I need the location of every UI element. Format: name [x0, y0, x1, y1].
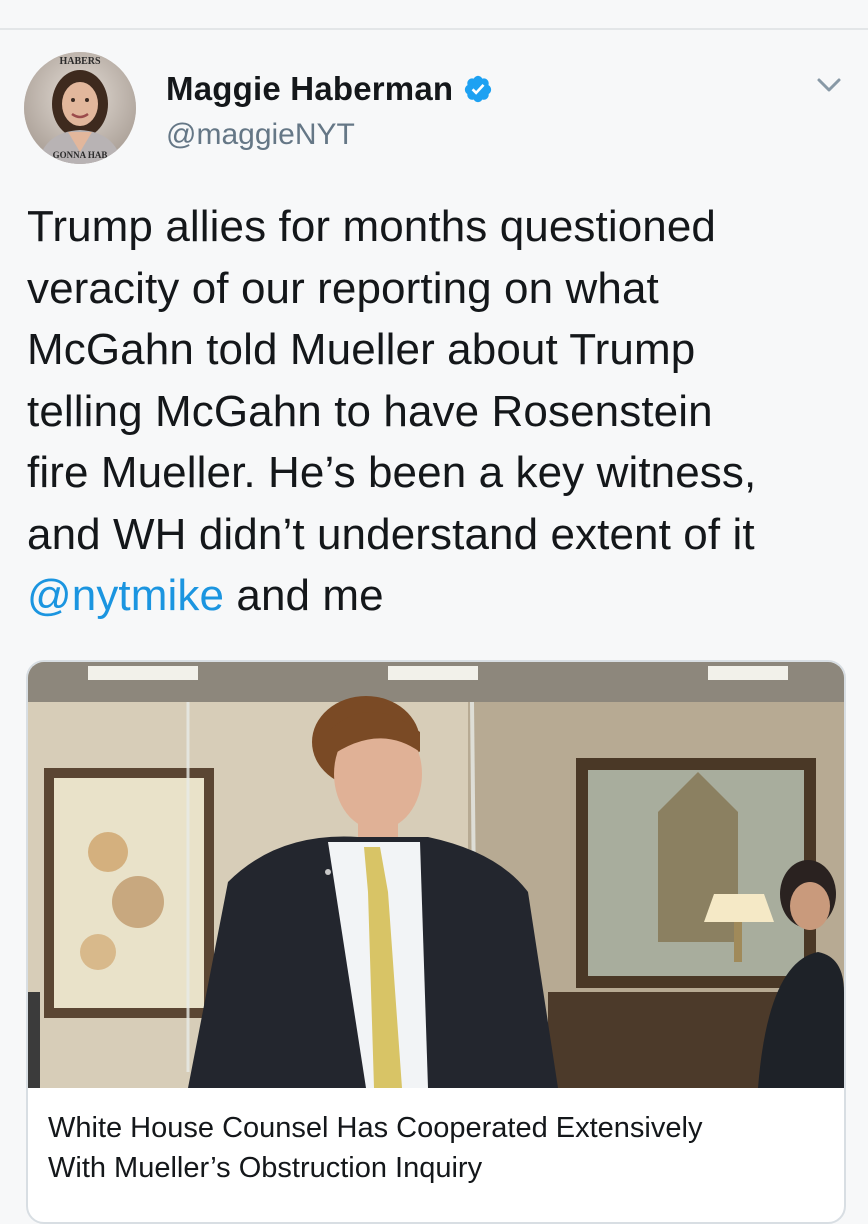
avatar-caption-bottom: GONNA HAB: [53, 150, 108, 160]
mention-link[interactable]: @nytmike: [27, 571, 224, 620]
tweet-header: HABERS GONNA HAB Maggie Haberman @maggie…: [24, 52, 844, 164]
card-title-line: White House Counsel Has Cooperated Exten…: [48, 1112, 703, 1144]
card-photo: [28, 662, 844, 1088]
card-title-line: With Mueller’s Obstruction Inquiry: [48, 1152, 483, 1184]
tweet-text-line: veracity of our reporting on what: [27, 263, 659, 313]
avatar-caption-top: HABERS: [59, 56, 101, 67]
tweet-text-tail: and me: [224, 571, 384, 620]
card-title[interactable]: White House Counsel Has Cooperated Exten…: [48, 1108, 828, 1188]
name-row: Maggie Haberman: [166, 70, 493, 108]
link-card[interactable]: White House Counsel Has Cooperated Exten…: [26, 660, 846, 1224]
display-name[interactable]: Maggie Haberman: [166, 70, 453, 108]
tweet-text-line: fire Mueller. He’s been a key witness,: [27, 448, 757, 497]
tweet-text-line: McGahn told Mueller about Trump: [27, 325, 696, 374]
tweet-text-line: and WH didn’t understand extent of it: [27, 509, 755, 559]
author-handle[interactable]: @maggieNYT: [166, 118, 355, 152]
tweet-text-line: telling McGahn to have Rosenstein: [27, 386, 713, 436]
avatar-image: HABERS GONNA HAB: [24, 52, 136, 164]
tweet-text-line: Trump allies for months questioned: [27, 202, 716, 251]
avatar[interactable]: HABERS GONNA HAB: [24, 52, 136, 164]
chevron-down-icon[interactable]: [814, 70, 844, 100]
top-divider: [0, 28, 868, 30]
tweet-text: Trump allies for months questioned verac…: [27, 196, 847, 627]
verified-badge-icon: [465, 75, 492, 103]
